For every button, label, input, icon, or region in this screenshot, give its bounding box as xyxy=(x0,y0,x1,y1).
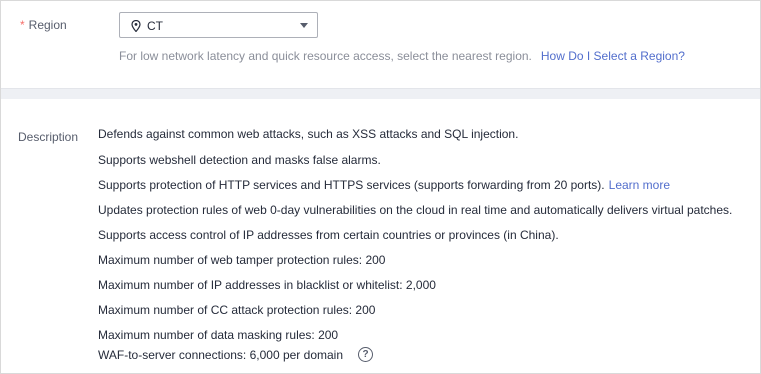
description-line: Supports webshell detection and masks fa… xyxy=(98,153,381,167)
region-hint-text: For low network latency and quick resour… xyxy=(119,49,532,63)
section-divider xyxy=(1,88,760,99)
description-line: WAF-to-server connections: 6,000 per dom… xyxy=(98,348,343,362)
region-select[interactable]: CT xyxy=(119,12,318,38)
learn-more-link[interactable]: Learn more xyxy=(609,178,670,192)
chevron-down-icon[interactable] xyxy=(300,23,308,28)
location-pin-icon xyxy=(131,20,141,32)
description-line: Updates protection rules of web 0-day vu… xyxy=(98,203,733,217)
description-line: Defends against common web attacks, such… xyxy=(98,127,519,141)
description-line: Supports protection of HTTP services and… xyxy=(98,178,605,192)
region-label-text: Region xyxy=(28,18,67,32)
region-hint: For low network latency and quick resour… xyxy=(119,49,685,63)
form-panel: * Region CT For low network latency and q… xyxy=(0,0,761,374)
description-line: Supports access control of IP addresses … xyxy=(98,228,559,242)
region-label: * Region xyxy=(20,18,67,32)
question-circle-icon[interactable]: ? xyxy=(358,347,373,362)
required-marker: * xyxy=(20,18,25,32)
region-help-link[interactable]: How Do I Select a Region? xyxy=(541,49,685,63)
description-line-with-link: Supports protection of HTTP services and… xyxy=(98,178,670,192)
description-label: Description xyxy=(18,130,79,144)
description-line: Maximum number of data masking rules: 20… xyxy=(98,328,339,342)
region-select-value: CT xyxy=(147,19,163,33)
description-line: Maximum number of web tamper protection … xyxy=(98,253,386,267)
description-line: Maximum number of CC attack protection r… xyxy=(98,303,376,317)
region-section: * Region CT For low network latency and q… xyxy=(1,1,760,88)
description-line: Maximum number of IP addresses in blackl… xyxy=(98,278,436,292)
